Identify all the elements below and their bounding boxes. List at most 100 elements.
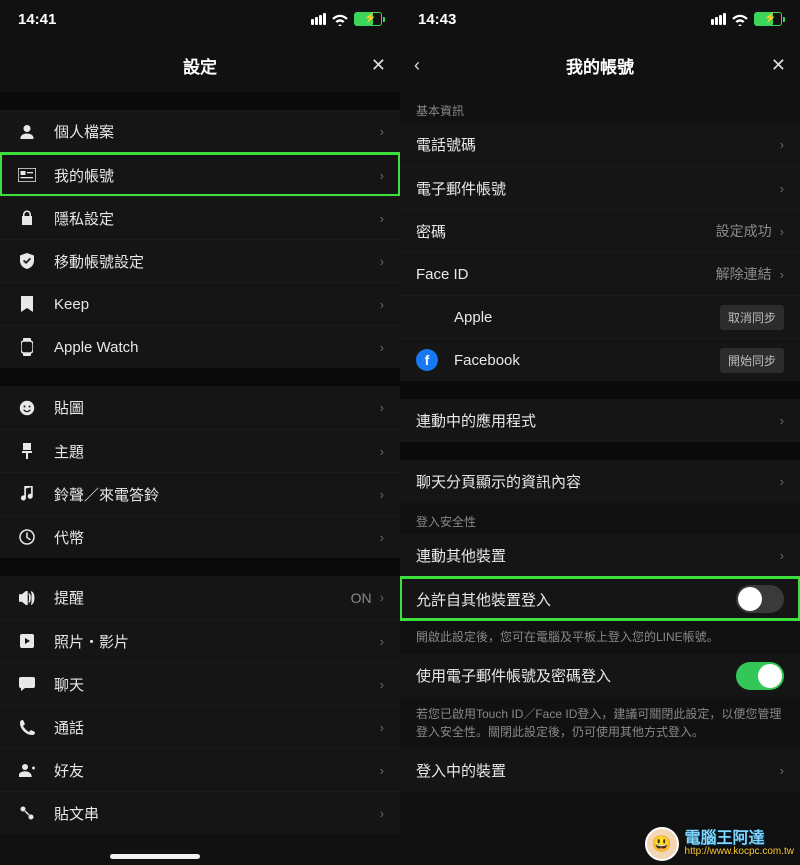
chevron-right-icon: ›: [780, 224, 784, 239]
watch-icon: [16, 338, 38, 356]
row-notifications[interactable]: 提醒 ON ›: [0, 576, 400, 619]
chevron-right-icon: ›: [380, 168, 384, 183]
chevron-right-icon: ›: [380, 297, 384, 312]
row-label: 移動帳號設定: [54, 251, 380, 272]
row-label: 代幣: [54, 527, 380, 548]
row-label: 允許自其他裝置登入: [416, 589, 736, 610]
row-phone-number[interactable]: 電話號碼 ›: [400, 123, 800, 166]
nav-bar: ‹ 我的帳號 ✕: [400, 38, 800, 92]
person-icon: [16, 124, 38, 140]
row-label: 貼文串: [54, 803, 380, 824]
chevron-right-icon: ›: [780, 267, 784, 282]
row-my-account[interactable]: 我的帳號 ›: [0, 153, 400, 196]
row-label: 主題: [54, 441, 380, 462]
row-label: Apple Watch: [54, 339, 380, 356]
nav-title: 設定: [183, 53, 217, 78]
chevron-right-icon: ›: [780, 763, 784, 778]
row-label: 提醒: [54, 587, 351, 608]
brush-icon: [16, 443, 38, 459]
row-label: 貼圖: [54, 397, 380, 418]
section-basic-title: 基本資訊: [400, 92, 800, 123]
close-icon[interactable]: ✕: [771, 55, 786, 76]
row-privacy[interactable]: 隱私設定 ›: [0, 196, 400, 239]
row-label: 電子郵件帳號: [416, 178, 780, 199]
row-facebook-link[interactable]: f Facebook 開始同步: [400, 338, 800, 381]
chat-icon: [16, 677, 38, 691]
chevron-right-icon: ›: [380, 211, 384, 226]
sync-button[interactable]: 開始同步: [720, 348, 784, 373]
row-calls[interactable]: 通話 ›: [0, 705, 400, 748]
row-photos-videos[interactable]: 照片・影片 ›: [0, 619, 400, 662]
row-linked-apps[interactable]: 連動中的應用程式 ›: [400, 399, 800, 442]
row-chat-info[interactable]: 聊天分頁顯示的資訊內容 ›: [400, 460, 800, 503]
row-friends[interactable]: 好友 ›: [0, 748, 400, 791]
row-keep[interactable]: Keep ›: [0, 282, 400, 325]
row-apple-link[interactable]: Apple 取消同步: [400, 295, 800, 338]
music-icon: [16, 486, 38, 502]
row-label: 聊天: [54, 674, 380, 695]
back-icon[interactable]: ‹: [414, 55, 420, 76]
row-stickers[interactable]: 貼圖 ›: [0, 386, 400, 429]
row-link-other-devices[interactable]: 連動其他裝置 ›: [400, 534, 800, 577]
settings-group-2: 貼圖 › 主題 › 鈴聲／來電答鈴 › 代幣 ›: [0, 386, 400, 558]
chevron-right-icon: ›: [380, 487, 384, 502]
row-label: 鈴聲／來電答鈴: [54, 484, 380, 505]
shield-icon: [16, 253, 38, 269]
row-email-login[interactable]: 使用電子郵件帳號及密碼登入: [400, 654, 800, 697]
chevron-right-icon: ›: [380, 444, 384, 459]
settings-group-1: 個人檔案 › 我的帳號 › 隱私設定 › 移動帳號設定 › Keep ›: [0, 110, 400, 368]
lock-icon: [16, 210, 38, 226]
signal-icon: [711, 13, 726, 25]
section-security-title: 登入安全性: [400, 503, 800, 534]
play-icon: [16, 634, 38, 648]
row-logged-in-devices[interactable]: 登入中的裝置 ›: [400, 749, 800, 792]
nav-title: 我的帳號: [566, 53, 634, 78]
row-label: 密碼: [416, 221, 716, 242]
home-indicator: [110, 854, 200, 859]
row-label: 通話: [54, 717, 380, 738]
status-bar: 14:41 ⚡: [0, 0, 400, 38]
row-label: Apple: [454, 309, 720, 326]
row-label: 連動其他裝置: [416, 545, 780, 566]
row-label: 電話號碼: [416, 134, 780, 155]
battery-icon: ⚡: [354, 12, 382, 26]
chevron-right-icon: ›: [380, 634, 384, 649]
wifi-icon: [732, 13, 748, 25]
row-profile[interactable]: 個人檔案 ›: [0, 110, 400, 153]
status-time: 14:43: [418, 11, 456, 28]
chevron-right-icon: ›: [380, 400, 384, 415]
friend-icon: [16, 763, 38, 777]
row-label: 我的帳號: [54, 165, 380, 186]
chevron-right-icon: ›: [380, 720, 384, 735]
row-label: 登入中的裝置: [416, 760, 780, 781]
row-chat[interactable]: 聊天 ›: [0, 662, 400, 705]
row-label: Facebook: [454, 352, 720, 369]
row-label: 連動中的應用程式: [416, 410, 780, 431]
row-apple-watch[interactable]: Apple Watch ›: [0, 325, 400, 368]
row-face-id[interactable]: Face ID 解除連結 ›: [400, 252, 800, 295]
allow-other-desc: 開啟此設定後，您可在電腦及平板上登入您的LINE帳號。: [400, 620, 800, 654]
facebook-icon: f: [416, 349, 438, 371]
row-ringtone[interactable]: 鈴聲／來電答鈴 ›: [0, 472, 400, 515]
speaker-icon: [16, 591, 38, 605]
row-allow-other-devices[interactable]: 允許自其他裝置登入: [400, 577, 800, 620]
row-theme[interactable]: 主題 ›: [0, 429, 400, 472]
nav-bar: 設定 ✕: [0, 38, 400, 92]
row-password[interactable]: 密碼 設定成功 ›: [400, 209, 800, 252]
row-timeline[interactable]: 貼文串 ›: [0, 791, 400, 834]
chevron-right-icon: ›: [380, 763, 384, 778]
row-account-transfer[interactable]: 移動帳號設定 ›: [0, 239, 400, 282]
close-icon[interactable]: ✕: [371, 55, 386, 76]
toggle-email-login[interactable]: [736, 662, 784, 690]
apple-icon: [416, 306, 438, 328]
sync-button[interactable]: 取消同步: [720, 305, 784, 330]
row-label: Face ID: [416, 266, 716, 283]
chevron-right-icon: ›: [380, 254, 384, 269]
status-bar: 14:43 ⚡: [400, 0, 800, 38]
chevron-right-icon: ›: [380, 677, 384, 692]
row-email[interactable]: 電子郵件帳號 ›: [400, 166, 800, 209]
chevron-right-icon: ›: [780, 137, 784, 152]
toggle-allow-other-devices[interactable]: [736, 585, 784, 613]
row-coins[interactable]: 代幣 ›: [0, 515, 400, 558]
smile-icon: [16, 400, 38, 416]
